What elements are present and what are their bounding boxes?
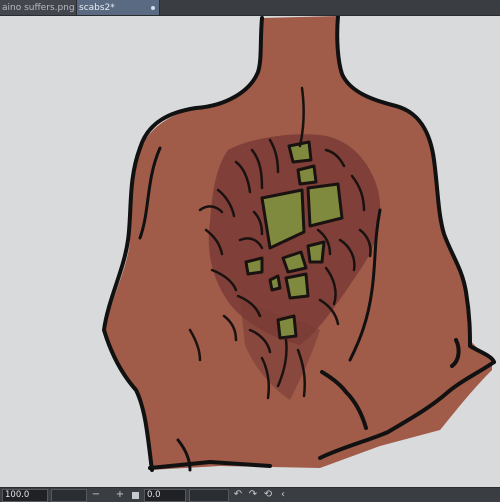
zoom-field[interactable]: 100.0 xyxy=(2,488,48,502)
document-tab-bar: aino suffers.png ✕ scabs2* xyxy=(0,0,500,16)
rotation-slider[interactable] xyxy=(189,488,229,502)
rotate-left-icon[interactable]: ↶ xyxy=(232,489,244,501)
modified-dot-icon xyxy=(151,5,155,10)
canvas-status-bar: 100.0 − + 0.0 ↶ ↷ ⟲ ‹ xyxy=(0,487,500,502)
rotate-right-icon[interactable]: ↷ xyxy=(247,489,259,501)
stop-square-icon[interactable] xyxy=(129,489,141,501)
chevron-left-icon[interactable]: ‹ xyxy=(277,489,289,501)
tab-label: scabs2* xyxy=(79,2,115,13)
minus-icon[interactable]: − xyxy=(90,489,102,501)
reset-rotation-icon[interactable]: ⟲ xyxy=(262,489,274,501)
zoom-slider[interactable] xyxy=(51,488,87,502)
tab-scabs2[interactable]: scabs2* xyxy=(77,0,160,15)
zoom-slider-gap xyxy=(105,490,111,501)
drawing-canvas[interactable] xyxy=(0,16,500,487)
rotation-field[interactable]: 0.0 xyxy=(144,488,186,502)
tab-aino-suffers[interactable]: aino suffers.png ✕ xyxy=(0,0,77,15)
plus-icon[interactable]: + xyxy=(114,489,126,501)
tab-label: aino suffers.png xyxy=(2,2,75,13)
artwork-back-scabs xyxy=(102,16,496,472)
